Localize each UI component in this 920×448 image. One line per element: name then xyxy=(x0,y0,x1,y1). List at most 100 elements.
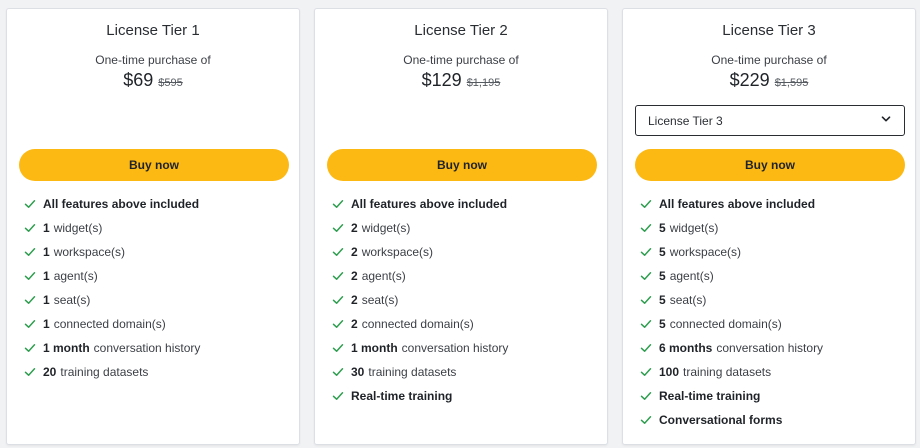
pricing-card-tier-2: License Tier 2 One-time purchase of $129… xyxy=(314,8,608,445)
check-icon xyxy=(332,200,344,208)
tier-select-dropdown[interactable]: License Tier 3 xyxy=(635,105,905,136)
feature-highlight: 2 xyxy=(351,317,358,331)
check-icon xyxy=(24,248,36,256)
buy-now-button[interactable]: Buy now xyxy=(19,149,289,181)
feature-text: widget(s) xyxy=(53,221,103,235)
feature-item: All features above included xyxy=(24,192,291,216)
feature-item: 5 workspace(s) xyxy=(640,240,907,264)
price-row: $129 $1,195 xyxy=(315,70,607,91)
check-icon xyxy=(640,392,652,400)
check-icon xyxy=(24,224,36,232)
feature-item: 100 training datasets xyxy=(640,360,907,384)
feature-text: training datasets xyxy=(683,365,772,379)
feature-item: Conversational forms xyxy=(640,408,907,432)
feature-text: agent(s) xyxy=(53,269,98,283)
feature-item: All features above included xyxy=(332,192,599,216)
check-icon xyxy=(332,224,344,232)
feature-highlight: 5 xyxy=(659,245,666,259)
feature-text: widget(s) xyxy=(669,221,719,235)
original-price: $1,195 xyxy=(466,77,501,89)
feature-highlight: 5 xyxy=(659,293,666,307)
feature-item: 20 training datasets xyxy=(24,360,291,384)
feature-highlight: All features above included xyxy=(659,197,816,211)
check-icon xyxy=(332,368,344,376)
feature-list: All features above included 1 widget(s) 1 wo… xyxy=(24,192,291,384)
feature-text: workspace(s) xyxy=(53,245,126,259)
feature-item: All features above included xyxy=(640,192,907,216)
check-icon xyxy=(24,344,36,352)
current-price: $229 xyxy=(729,70,770,90)
purchase-subtitle: One-time purchase of xyxy=(711,53,827,67)
feature-text: connected domain(s) xyxy=(53,317,166,331)
feature-highlight: 1 xyxy=(43,269,50,283)
feature-highlight: 2 xyxy=(351,293,358,307)
feature-highlight: 6 months xyxy=(659,341,713,355)
check-icon xyxy=(332,392,344,400)
feature-text: seat(s) xyxy=(669,293,707,307)
feature-text: connected domain(s) xyxy=(669,317,782,331)
feature-text: agent(s) xyxy=(669,269,714,283)
pricing-cards: License Tier 1 One-time purchase of $69 $… xyxy=(0,0,920,448)
feature-item: Real-time training xyxy=(640,384,907,408)
feature-highlight: All features above included xyxy=(351,197,508,211)
check-icon xyxy=(332,272,344,280)
feature-text: workspace(s) xyxy=(669,245,742,259)
feature-text: training datasets xyxy=(60,365,149,379)
feature-highlight: All features above included xyxy=(43,197,200,211)
purchase-subtitle: One-time purchase of xyxy=(95,53,211,67)
check-icon xyxy=(24,368,36,376)
feature-highlight: 2 xyxy=(351,269,358,283)
current-price: $69 xyxy=(123,70,154,90)
chevron-down-icon xyxy=(880,113,892,128)
feature-highlight: 20 xyxy=(43,365,57,379)
feature-item: 2 seat(s) xyxy=(332,288,599,312)
feature-item: 1 month conversation history xyxy=(332,336,599,360)
feature-highlight: 5 xyxy=(659,269,666,283)
pricing-card-tier-3: License Tier 3 One-time purchase of $229… xyxy=(622,8,916,445)
pricing-card-tier-1: License Tier 1 One-time purchase of $69 $… xyxy=(6,8,300,445)
feature-text: workspace(s) xyxy=(361,245,434,259)
check-icon xyxy=(640,320,652,328)
feature-item: 5 connected domain(s) xyxy=(640,312,907,336)
check-icon xyxy=(24,296,36,304)
original-price: $595 xyxy=(158,77,183,89)
feature-item: 1 agent(s) xyxy=(24,264,291,288)
feature-text: conversation history xyxy=(401,341,509,355)
check-icon xyxy=(332,344,344,352)
price-row: $229 $1,595 xyxy=(623,70,915,91)
purchase-subtitle: One-time purchase of xyxy=(403,53,519,67)
check-icon xyxy=(640,272,652,280)
check-icon xyxy=(640,344,652,352)
original-price: $1,595 xyxy=(774,77,809,89)
feature-highlight: Real-time training xyxy=(659,389,761,403)
check-icon xyxy=(24,200,36,208)
feature-item: 2 workspace(s) xyxy=(332,240,599,264)
feature-text: agent(s) xyxy=(361,269,406,283)
buy-now-button[interactable]: Buy now xyxy=(327,149,597,181)
check-icon xyxy=(332,296,344,304)
feature-highlight: Real-time training xyxy=(351,389,453,403)
feature-highlight: 2 xyxy=(351,221,358,235)
feature-text: seat(s) xyxy=(361,293,399,307)
feature-text: conversation history xyxy=(93,341,201,355)
feature-highlight: 5 xyxy=(659,221,666,235)
feature-item: 1 connected domain(s) xyxy=(24,312,291,336)
feature-highlight: 1 month xyxy=(351,341,398,355)
feature-text: widget(s) xyxy=(361,221,411,235)
feature-item: 1 month conversation history xyxy=(24,336,291,360)
card-title: License Tier 1 xyxy=(106,22,200,39)
card-title: License Tier 3 xyxy=(722,22,816,39)
check-icon xyxy=(24,320,36,328)
buy-now-button[interactable]: Buy now xyxy=(635,149,905,181)
feature-highlight: 1 xyxy=(43,317,50,331)
check-icon xyxy=(640,296,652,304)
check-icon xyxy=(332,320,344,328)
feature-item: 2 widget(s) xyxy=(332,216,599,240)
feature-highlight: 30 xyxy=(351,365,365,379)
feature-highlight: 1 xyxy=(43,245,50,259)
feature-highlight: 100 xyxy=(659,365,680,379)
feature-text: conversation history xyxy=(716,341,824,355)
price-row: $69 $595 xyxy=(7,70,299,91)
feature-item: 2 connected domain(s) xyxy=(332,312,599,336)
check-icon xyxy=(24,272,36,280)
